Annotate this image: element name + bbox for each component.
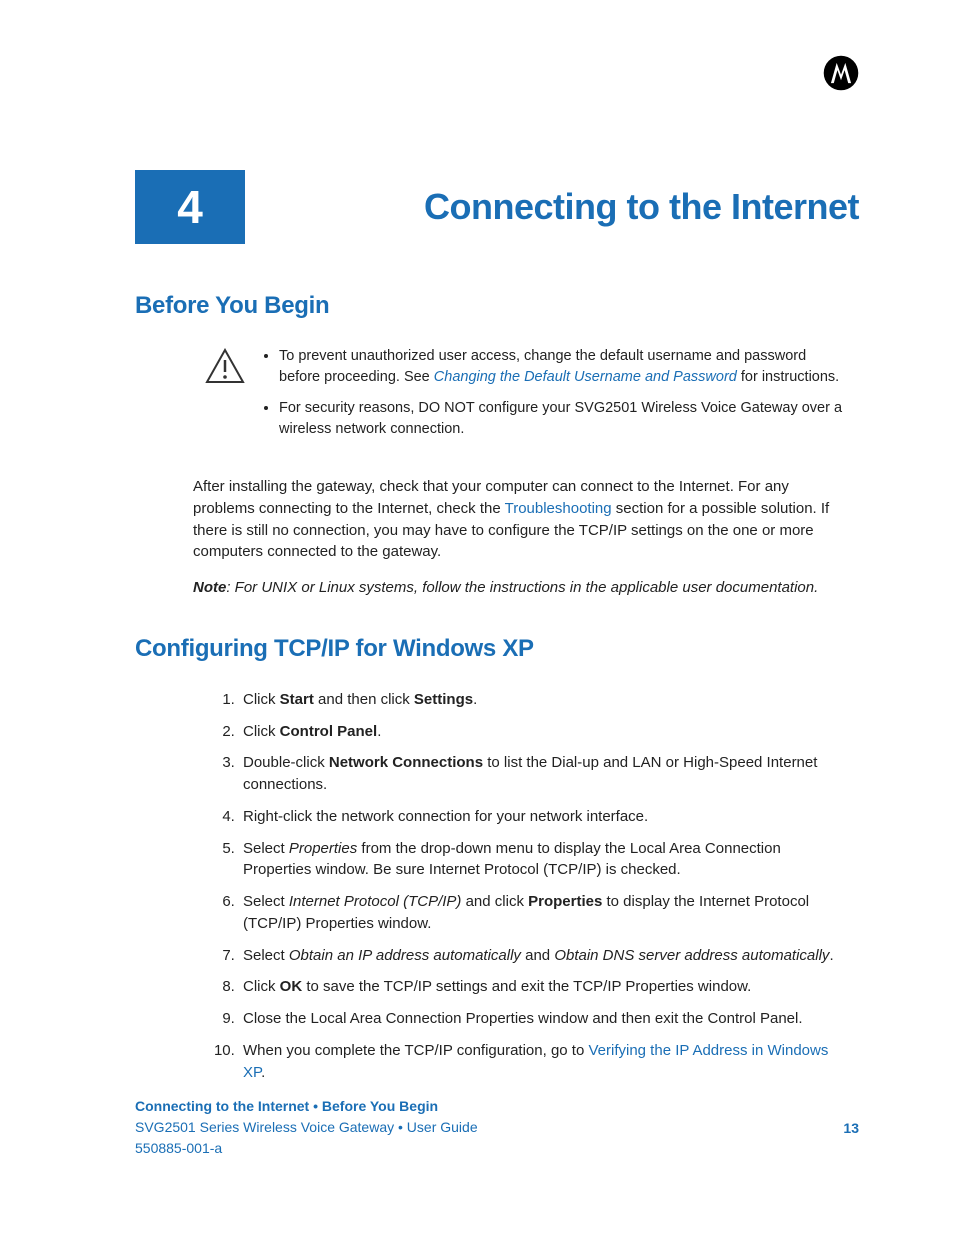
- step-10: When you complete the TCP/IP configurati…: [239, 1040, 849, 1084]
- chapter-number-box: 4: [135, 170, 245, 244]
- warning-item-1: To prevent unauthorized user access, cha…: [279, 346, 849, 388]
- step-text: to save the TCP/IP settings and exit the…: [302, 978, 751, 995]
- step-2: Click Control Panel.: [239, 721, 849, 743]
- chapter-title: Connecting to the Internet: [424, 186, 859, 228]
- step-text: and click: [461, 893, 528, 910]
- link-change-password[interactable]: Changing the Default Username and Passwo…: [434, 369, 737, 385]
- steps-list: Click Start and then click Settings. Cli…: [217, 689, 849, 1084]
- step-text: Click: [243, 723, 280, 740]
- step-italic: Obtain DNS server address automatically: [554, 947, 829, 964]
- step-6: Select Internet Protocol (TCP/IP) and cl…: [239, 891, 849, 935]
- chapter-header: 4 Connecting to the Internet: [135, 170, 859, 244]
- step-7: Select Obtain an IP address automaticall…: [239, 945, 849, 967]
- step-text: .: [473, 691, 477, 708]
- step-text: Click: [243, 978, 280, 995]
- note-paragraph: Note: For UNIX or Linux systems, follow …: [193, 577, 849, 599]
- step-italic: Obtain an IP address automatically: [289, 947, 521, 964]
- step-text: Double-click: [243, 754, 329, 771]
- step-text: and: [521, 947, 554, 964]
- step-text: .: [261, 1064, 265, 1081]
- step-8: Click OK to save the TCP/IP settings and…: [239, 976, 849, 998]
- step-bold: Properties: [528, 893, 602, 910]
- warning-icon: [205, 348, 245, 388]
- warning-item-2: For security reasons, DO NOT configure y…: [279, 398, 849, 440]
- footer-doc-number: 550885-001-a: [135, 1138, 859, 1159]
- step-bold: Control Panel: [280, 723, 378, 740]
- warning-text: for instructions.: [737, 369, 839, 385]
- footer-breadcrumb: Connecting to the Internet • Before You …: [135, 1096, 859, 1117]
- warning-block: To prevent unauthorized user access, cha…: [205, 346, 849, 450]
- note-text: : For UNIX or Linux systems, follow the …: [226, 579, 818, 596]
- footer-guide: SVG2501 Series Wireless Voice Gateway • …: [135, 1117, 859, 1138]
- step-4: Right-click the network connection for y…: [239, 806, 849, 828]
- step-3: Double-click Network Connections to list…: [239, 752, 849, 796]
- step-text: and then click: [314, 691, 414, 708]
- step-bold: Settings: [414, 691, 473, 708]
- step-bold: Start: [280, 691, 314, 708]
- step-italic: Internet Protocol (TCP/IP): [289, 893, 462, 910]
- step-5: Select Properties from the drop-down men…: [239, 838, 849, 882]
- footer-page-number: 13: [843, 1118, 859, 1139]
- warning-list: To prevent unauthorized user access, cha…: [261, 346, 849, 450]
- page-footer: Connecting to the Internet • Before You …: [135, 1096, 859, 1159]
- step-text: Select: [243, 947, 289, 964]
- step-italic: Properties: [289, 840, 357, 857]
- step-9: Close the Local Area Connection Properti…: [239, 1008, 849, 1030]
- section-before-you-begin-title: Before You Begin: [135, 292, 859, 320]
- note-label: Note: [193, 579, 226, 596]
- motorola-logo: [823, 55, 859, 91]
- step-bold: OK: [280, 978, 303, 995]
- step-text: Select: [243, 840, 289, 857]
- link-troubleshooting[interactable]: Troubleshooting: [505, 500, 612, 517]
- step-text: .: [829, 947, 833, 964]
- step-text: When you complete the TCP/IP configurati…: [243, 1042, 588, 1059]
- intro-paragraph: After installing the gateway, check that…: [193, 476, 849, 563]
- step-bold: Network Connections: [329, 754, 483, 771]
- step-text: Select: [243, 893, 289, 910]
- step-1: Click Start and then click Settings.: [239, 689, 849, 711]
- step-text: Click: [243, 691, 280, 708]
- chapter-number: 4: [177, 180, 203, 234]
- step-text: .: [377, 723, 381, 740]
- section-tcpip-title: Configuring TCP/IP for Windows XP: [135, 635, 859, 663]
